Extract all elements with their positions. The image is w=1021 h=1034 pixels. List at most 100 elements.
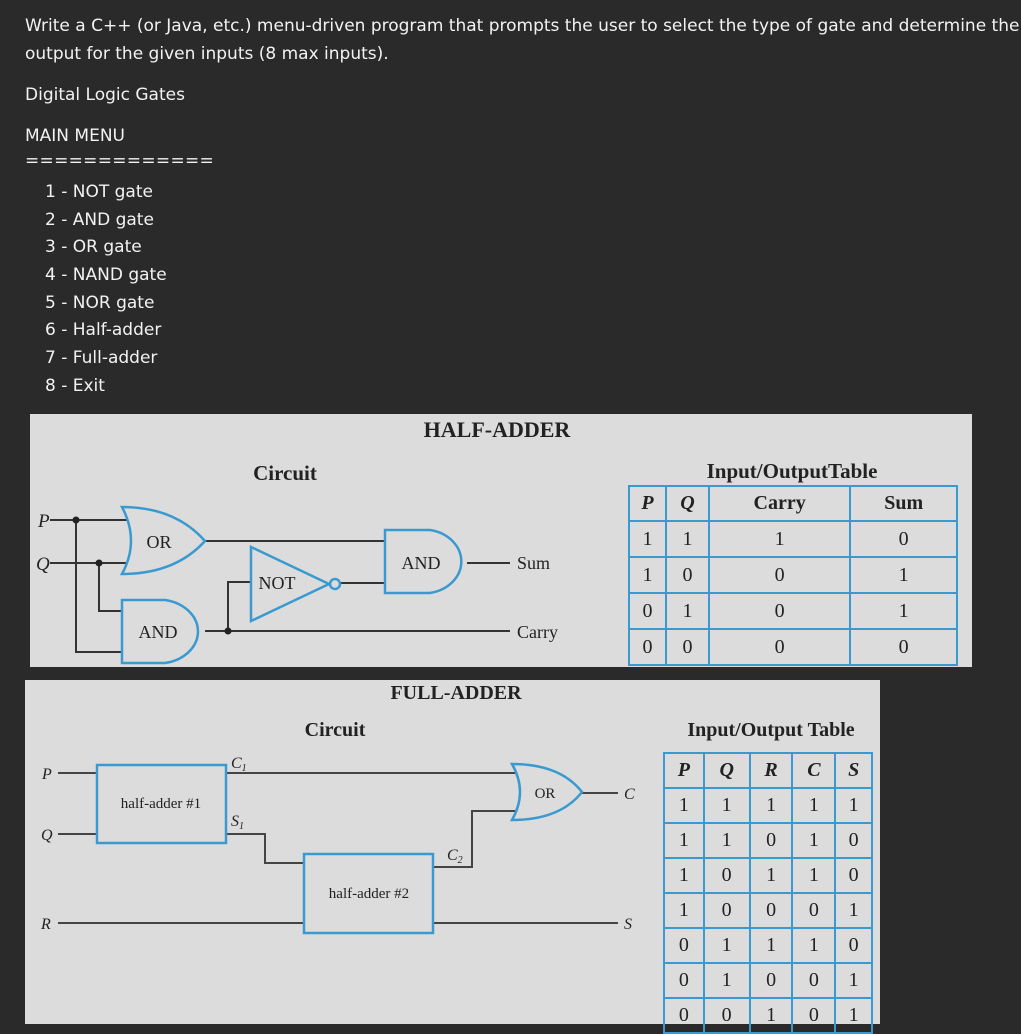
junction-dot bbox=[72, 516, 80, 524]
or-label: OR bbox=[535, 786, 556, 802]
header-cell: P bbox=[627, 485, 668, 522]
c1-label: C1 bbox=[231, 755, 247, 774]
table-title: Input/Output Table bbox=[687, 719, 854, 741]
cell: 0 bbox=[791, 997, 837, 1034]
table-row: 10001 bbox=[663, 892, 873, 929]
cell: 1 bbox=[748, 787, 794, 824]
input-q-label: Q bbox=[36, 554, 50, 575]
cell: 0 bbox=[665, 556, 710, 594]
cell: 1 bbox=[791, 787, 837, 824]
menu-item: 2 - AND gate bbox=[45, 209, 154, 230]
not-label: NOT bbox=[259, 573, 296, 593]
menu-item: 6 - Half-adder bbox=[45, 320, 162, 341]
header-cell: S bbox=[834, 752, 873, 789]
cell: 0 bbox=[748, 962, 794, 999]
menu-item: 7 - Full-adder bbox=[45, 348, 158, 369]
cell: 0 bbox=[702, 857, 751, 894]
half-adder-title: HALF-ADDER bbox=[424, 417, 572, 442]
cell: 0 bbox=[663, 997, 705, 1034]
cell: 1 bbox=[791, 927, 837, 964]
cell: 0 bbox=[707, 592, 852, 630]
cell: 1 bbox=[849, 556, 958, 594]
sum-label: Sum bbox=[517, 553, 550, 573]
header-cell: Q bbox=[665, 485, 710, 522]
cell: 1 bbox=[702, 787, 751, 824]
header-cell: Carry bbox=[707, 485, 852, 522]
cell: 0 bbox=[665, 628, 710, 666]
input-p-label: P bbox=[37, 511, 50, 532]
header-cell: C bbox=[791, 752, 837, 789]
input-r-label: R bbox=[40, 916, 51, 933]
cell: 1 bbox=[665, 520, 710, 558]
header-cell: Sum bbox=[849, 485, 958, 522]
cell: 1 bbox=[627, 520, 668, 558]
table-row: 01110 bbox=[663, 927, 873, 964]
menu-list: 1 - NOT gate 2 - AND gate 3 - OR gate 4 … bbox=[45, 181, 167, 403]
junction-dot bbox=[95, 559, 103, 567]
cell: 1 bbox=[627, 556, 668, 594]
cell: 1 bbox=[702, 962, 751, 999]
cell: 0 bbox=[849, 628, 958, 666]
table-row: 01001 bbox=[663, 962, 873, 999]
and-label: AND bbox=[402, 553, 441, 573]
cell: 0 bbox=[849, 520, 958, 558]
cell: 0 bbox=[748, 822, 794, 859]
cell: 1 bbox=[663, 857, 705, 894]
cell: 1 bbox=[834, 997, 873, 1034]
cell: 0 bbox=[702, 997, 751, 1034]
menu-item: 1 - NOT gate bbox=[45, 182, 153, 202]
cell: 0 bbox=[707, 556, 852, 594]
output-c-label: C bbox=[624, 786, 635, 803]
cell: 1 bbox=[702, 927, 751, 964]
cell: 0 bbox=[791, 962, 837, 999]
cell: 1 bbox=[834, 962, 873, 999]
cell: 0 bbox=[627, 592, 668, 630]
cell: 0 bbox=[707, 628, 852, 666]
menu-item: 4 - NAND gate bbox=[45, 265, 167, 286]
cell: 1 bbox=[663, 822, 705, 859]
cell: 0 bbox=[702, 892, 751, 929]
cell: 1 bbox=[707, 520, 852, 558]
full-adder-title: FULL-ADDER bbox=[390, 682, 522, 704]
table-row: 0000 bbox=[627, 628, 958, 666]
half-adder-figure: HALF-ADDER Circuit Input/OutputTable P Q… bbox=[30, 414, 972, 667]
menu-title: MAIN MENU bbox=[25, 126, 125, 146]
not-bubble-icon bbox=[328, 577, 342, 591]
full-adder-figure: FULL-ADDER Circuit Input/Output Table P … bbox=[25, 680, 880, 1034]
cell: 1 bbox=[663, 892, 705, 929]
cell: 1 bbox=[748, 857, 794, 894]
cell: 1 bbox=[748, 997, 794, 1034]
header-cell: R bbox=[748, 752, 794, 789]
cell: 0 bbox=[791, 892, 837, 929]
cell: 1 bbox=[663, 787, 705, 824]
circuit-label: Circuit bbox=[253, 461, 317, 485]
table-row: 1110 bbox=[627, 520, 958, 558]
table-row: 11111 bbox=[663, 787, 873, 824]
table-row: 10110 bbox=[663, 857, 873, 894]
table-title: Input/OutputTable bbox=[707, 459, 878, 483]
junction-dot bbox=[224, 627, 232, 635]
circuit-label: Circuit bbox=[305, 719, 366, 741]
cell: 1 bbox=[665, 592, 710, 630]
cell: 0 bbox=[834, 927, 873, 964]
table-row: 11010 bbox=[663, 822, 873, 859]
header-cell: Q bbox=[702, 752, 751, 789]
cell: 1 bbox=[834, 892, 873, 929]
cell: 0 bbox=[663, 962, 705, 999]
menu-item: 5 - NOR gate bbox=[45, 292, 155, 313]
carry-label: Carry bbox=[517, 622, 558, 642]
cell: 1 bbox=[791, 857, 837, 894]
cell: 1 bbox=[748, 927, 794, 964]
input-p-label: P bbox=[41, 766, 52, 783]
cell: 1 bbox=[791, 822, 837, 859]
half-adder-truth-table: P Q Carry Sum 1110 1001 0101 0000 bbox=[627, 485, 958, 666]
full-adder-truth-table: PQRCS 11111 11010 10110 10001 01110 0100… bbox=[663, 752, 873, 1034]
half-adder-1-label: half-adder #1 bbox=[121, 796, 201, 812]
cell: 0 bbox=[663, 927, 705, 964]
question-line-2: output for the given inputs (8 max input… bbox=[25, 44, 389, 64]
half-adder-2-label: half-adder #2 bbox=[329, 886, 409, 902]
s1-label: S1 bbox=[231, 813, 244, 832]
c2-label: C2 bbox=[447, 847, 463, 866]
cell: 1 bbox=[849, 592, 958, 630]
menu-separator: ============= bbox=[25, 151, 215, 171]
